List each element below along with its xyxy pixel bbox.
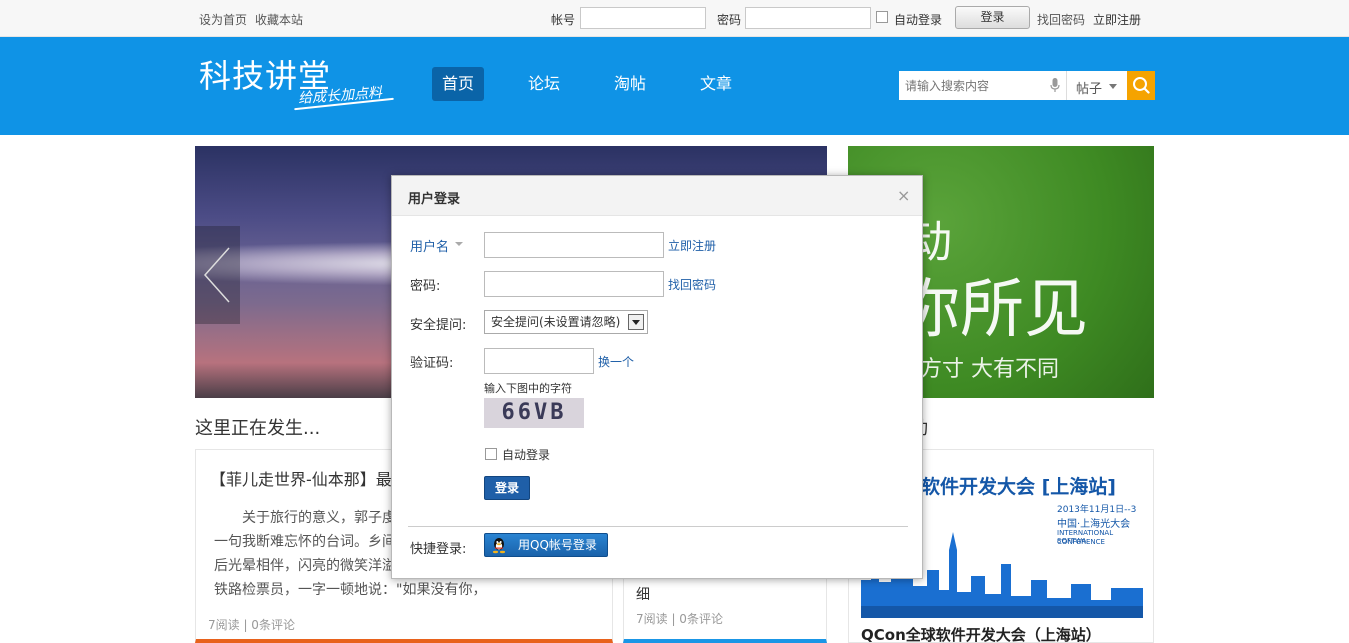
slider-prev-button[interactable]	[195, 226, 240, 324]
search-input[interactable]	[899, 71, 1049, 100]
dialog-register-link[interactable]: 立即注册	[668, 237, 716, 254]
dialog-login-button[interactable]: 登录	[484, 476, 530, 500]
side-banner-line3: 方寸 大有不同	[920, 357, 1059, 382]
article-title-tail[interactable]: 细	[636, 584, 650, 604]
dialog-password-label: 密码:	[410, 279, 441, 294]
chevron-left-icon	[203, 247, 230, 303]
quick-login-label: 快捷登录:	[410, 542, 467, 557]
nav-home[interactable]: 首页	[432, 67, 484, 101]
top-login-button[interactable]: 登录	[955, 6, 1030, 29]
top-bar: 设为首页 收藏本站 帐号 密码 自动登录 登录 找回密码 立即注册	[0, 0, 1349, 37]
auto-login-checkbox[interactable]	[876, 11, 888, 23]
register-link[interactable]: 立即注册	[1093, 11, 1141, 28]
password-input[interactable]	[745, 7, 871, 29]
close-icon[interactable]: ×	[897, 186, 910, 205]
captcha-input[interactable]	[484, 348, 594, 374]
search-scope-select[interactable]: 帖子	[1076, 78, 1102, 97]
happening-title: 这里正在发生...	[195, 418, 321, 439]
qq-login-button[interactable]: 用QQ帐号登录	[484, 533, 608, 557]
dialog-password-input[interactable]	[484, 271, 664, 297]
divider	[408, 526, 908, 527]
auto-login-label: 自动登录	[894, 13, 943, 27]
search-separator	[1066, 71, 1067, 100]
security-question-value: 安全提问(未设置请忽略)	[491, 315, 621, 329]
captcha-image[interactable]: 66VB	[484, 398, 584, 428]
search-icon	[1133, 77, 1150, 94]
captcha-label: 验证码:	[410, 356, 454, 371]
set-homepage-link[interactable]: 设为首页	[199, 11, 247, 28]
security-question-label: 安全提问:	[410, 318, 467, 333]
event-banner-title: 软件开发大会 [上海站]	[921, 476, 1116, 498]
side-banner-line2: 你所见	[896, 273, 1088, 347]
dialog-auto-login-label: 自动登录	[502, 448, 551, 462]
username-input[interactable]	[484, 232, 664, 258]
account-input[interactable]	[580, 7, 706, 29]
security-question-select[interactable]: 安全提问(未设置请忽略)	[484, 310, 648, 334]
qq-penguin-icon	[492, 538, 506, 554]
site-header: 科技讲堂 给成长加点料 首页 论坛 淘帖 文章 帖子	[0, 37, 1349, 135]
search-box: 帖子	[899, 71, 1127, 100]
nav-forum[interactable]: 论坛	[518, 67, 570, 101]
dialog-auto-login-checkbox[interactable]	[485, 448, 497, 460]
event-banner-date: 2013年11月1日--3	[1057, 505, 1137, 515]
event-title[interactable]: QCon全球软件开发大会（上海站）	[861, 624, 1101, 643]
article-meta: 7阅读 | 0条评论	[208, 618, 295, 632]
dialog-title: 用户登录	[408, 192, 461, 207]
chevron-down-icon[interactable]	[455, 242, 463, 246]
article-meta: 7阅读 | 0条评论	[636, 612, 723, 626]
login-dialog: 用户登录 × 用户名 立即注册 密码: 找回密码 安全提问: 安全提问(未设置请…	[391, 175, 923, 579]
nav-articles[interactable]: 文章	[690, 67, 742, 101]
account-label: 帐号	[551, 13, 576, 27]
dialog-find-password-link[interactable]: 找回密码	[668, 276, 716, 293]
excerpt-line: 铁路检票员，一字一顿地说："如果没有你，	[214, 582, 487, 598]
nav-collections[interactable]: 淘帖	[604, 67, 656, 101]
article-title[interactable]: 【菲儿走世界-仙本那】最	[210, 466, 392, 490]
bookmark-link[interactable]: 收藏本站	[255, 11, 303, 28]
find-password-link[interactable]: 找回密码	[1037, 11, 1085, 28]
chevron-down-icon[interactable]	[1109, 84, 1117, 89]
search-button[interactable]	[1127, 71, 1155, 100]
captcha-refresh-link[interactable]: 换一个	[598, 353, 634, 370]
microphone-icon[interactable]	[1050, 78, 1060, 93]
username-type-select[interactable]: 用户名	[410, 236, 449, 255]
captcha-hint: 输入下图中的字符	[484, 382, 572, 395]
qq-login-label: 用QQ帐号登录	[518, 538, 597, 552]
dialog-header: 用户登录 ×	[392, 176, 922, 216]
dropdown-arrow-icon[interactable]	[628, 314, 644, 330]
password-label: 密码	[717, 13, 742, 27]
